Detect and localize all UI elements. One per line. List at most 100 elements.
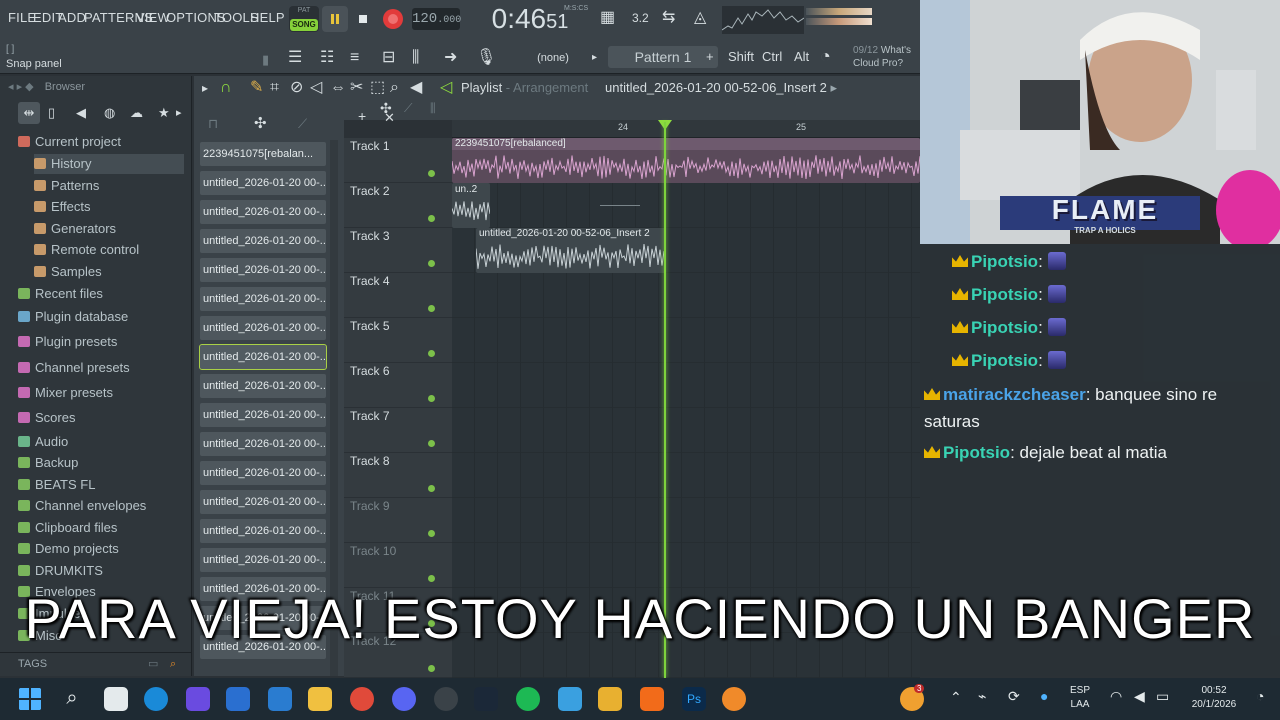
track-mute-button[interactable] [428,170,435,177]
browser-item[interactable]: Current project [18,132,121,152]
cloud-icon[interactable]: ☁ [130,102,143,124]
chrome-icon[interactable] [350,687,374,711]
trash-icon[interactable]: ▮ [262,48,269,72]
pattern-select[interactable]: Pattern 1 [608,46,718,68]
mute-icon[interactable]: ◁ [310,76,322,100]
chevron-right-icon[interactable]: ▸ [831,80,838,95]
browser-item[interactable]: Clipboard files [18,518,117,538]
piano-icon[interactable]: ▦ [600,6,615,30]
browser-item[interactable]: Effects [34,197,91,217]
picker-clip[interactable]: 2239451075[rebalan... [200,142,326,166]
song-label[interactable]: SONG [290,19,318,31]
discord-icon[interactable] [392,687,416,711]
picker-clip[interactable]: untitled_2026-01-20 00-... [200,258,326,282]
steam-overlay-icon[interactable] [434,687,458,711]
browser-item[interactable]: Samples [34,262,102,282]
edge-icon[interactable] [144,687,168,711]
menu-help[interactable]: HELP [250,10,285,25]
add-pattern-button[interactable]: + [706,49,714,64]
playlist-arrow-icon[interactable]: ◁ [440,76,452,100]
paint-icon[interactable]: ⌗ [270,76,279,100]
fl-studio-icon[interactable] [722,687,746,711]
browser-item[interactable]: Channel envelopes [18,496,146,516]
picker-move-icon[interactable]: ✣ [254,112,267,136]
close-icon[interactable]: ✕ [384,106,395,130]
picker-clip[interactable]: untitled_2026-01-20 00-... [200,287,326,311]
playlist-mode[interactable]: Arrangement [513,80,588,95]
cloud-bubble-icon[interactable]: ◔ [820,44,831,68]
audio-clip[interactable]: un..2 [452,183,490,228]
network-icon[interactable]: ⌁ [978,688,986,705]
loop-icon[interactable]: ⇆ [662,6,675,30]
notifications-bell-icon[interactable]: ◔ [1256,688,1264,704]
track-header[interactable]: Track 2 [344,183,452,228]
track-mute-button[interactable] [428,485,435,492]
picker-clip[interactable]: untitled_2026-01-20 00-... [200,490,326,514]
track-header[interactable]: Track 8 [344,453,452,498]
play-small-icon[interactable]: ▸ [202,76,208,100]
plugin-icon[interactable]: ⫼ [412,46,419,70]
file-icon[interactable]: ▯ [48,102,55,124]
shift-key[interactable]: Shift [728,49,754,64]
picker-clip[interactable]: untitled_2026-01-20 00-... [200,548,326,572]
channel-rack-icon[interactable]: ☷ [320,46,334,70]
photoshop-icon[interactable]: Ps [682,687,706,711]
slice-icon[interactable]: ✂ [350,76,363,100]
menu-view[interactable]: VIEW [136,10,170,25]
browser-item[interactable]: Plugin presets [18,332,117,352]
picker-clip[interactable]: untitled_2026-01-20 00-... [200,461,326,485]
tempo-display[interactable]: 120.000 [412,8,461,30]
browser-item[interactable]: Backup [18,453,78,473]
browser-nav-icon[interactable]: ◂ ▸ ◆ [8,81,34,93]
pencil-icon[interactable]: ✎ [250,76,263,100]
picker-clip[interactable]: untitled_2026-01-20 00-... [200,316,326,340]
editor-icon[interactable] [598,687,622,711]
cloud-promo[interactable]: 09/12 What's Cloud Pro? [853,44,911,70]
speaker-icon[interactable]: ◀ [76,102,86,124]
delete-icon[interactable]: ⊘ [290,76,303,100]
magnet-icon[interactable]: ∩ [220,76,232,100]
browser-item[interactable]: Channel presets [18,358,130,378]
track-mute-button[interactable] [428,665,435,672]
language-indicator[interactable]: ESP LAA [1070,684,1090,712]
browser-item[interactable]: BEATS FL [18,475,95,495]
track-header[interactable]: Track 3 [344,228,452,273]
snap-icon[interactable]: ⇹ [18,102,40,124]
search-icon[interactable]: ⌕ [60,687,84,711]
track-mute-button[interactable] [428,350,435,357]
browser-item[interactable]: Remote control [34,240,139,260]
track-mute-button[interactable] [428,395,435,402]
stop-button[interactable] [350,6,376,32]
track-header[interactable]: Track 6 [344,363,452,408]
track-mute-button[interactable] [428,575,435,582]
picker-clip[interactable]: untitled_2026-01-20 00-... [200,432,326,456]
chevron-right-icon[interactable]: ▸ [592,46,597,70]
track-mute-button[interactable] [428,215,435,222]
track-mute-button[interactable] [428,440,435,447]
track-mute-button[interactable] [428,260,435,267]
picker-clip[interactable]: untitled_2026-01-20 00-... [200,171,326,195]
search-icon[interactable]: ⌕ [170,653,176,675]
picker-clip[interactable]: untitled_2026-01-20 00-... [200,200,326,224]
browser-item[interactable]: Scores [18,408,75,428]
menu-add[interactable]: ADD [58,10,86,25]
copilot-icon[interactable] [186,687,210,711]
track-header[interactable]: Track 7 [344,408,452,453]
alt-key[interactable]: Alt [794,49,809,64]
browser-item[interactable]: Demo projects [18,539,119,559]
play-button[interactable] [322,6,348,32]
soundcloud-icon[interactable] [640,687,664,711]
picker-clip[interactable]: untitled_2026-01-20 00-... [200,403,326,427]
playlist-view-icon[interactable]: ☰ [288,46,302,70]
browser-item[interactable]: Mixer presets [18,383,113,403]
browser-item[interactable]: Plugin database [18,307,128,327]
picker-clip[interactable]: untitled_2026-01-20 00-... [200,519,326,543]
audio-clip[interactable]: 2239451075[rebalanced] [452,138,920,183]
volume-icon[interactable]: ◀ [1134,688,1145,705]
chevron-right-icon[interactable]: ▸ [176,102,182,124]
browser-item[interactable]: Recent files [18,284,103,304]
record-button[interactable] [380,6,406,32]
browser-item[interactable]: Audio [18,432,68,452]
browser-item[interactable]: History [34,154,184,174]
stripes-icon[interactable]: ⫼ [430,96,436,120]
